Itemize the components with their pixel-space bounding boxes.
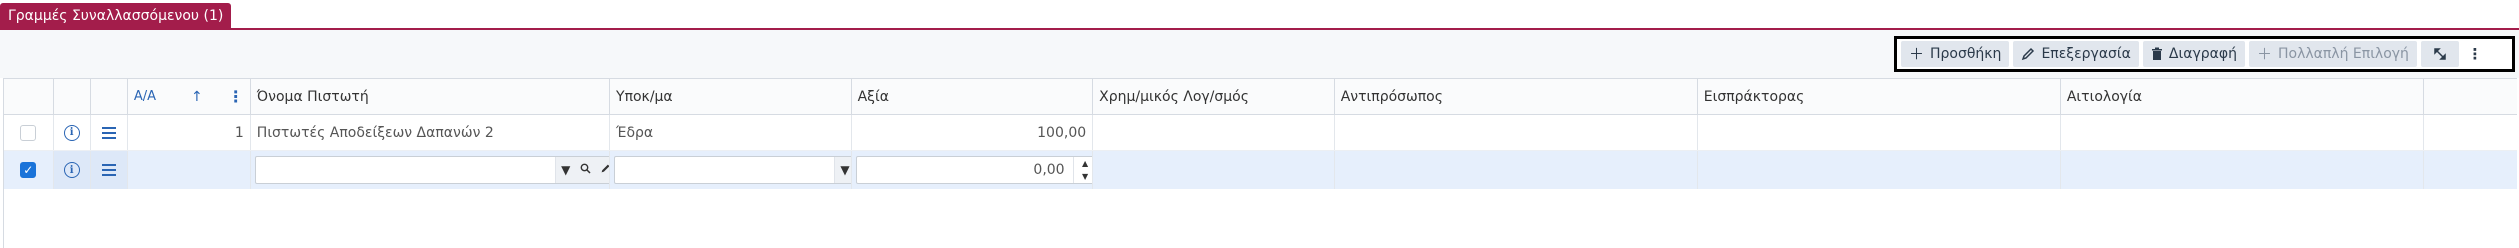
pencil-icon[interactable] [596, 163, 610, 177]
dropdown-arrow-icon[interactable]: ▼ [556, 163, 576, 177]
header-select-cell [4, 79, 54, 114]
cell-branch-value: Έδρα [616, 124, 654, 141]
lines-grid: Α/Α ↑ ⋮ Όνομα Πιστωτή Υποκ/μα Αξία Χρημ/… [3, 78, 2519, 248]
column-menu-icon[interactable]: ⋮ [228, 87, 244, 106]
multi-select-button[interactable]: ＋ Πολλαπλή Επιλογή [2248, 41, 2417, 67]
column-header-aa[interactable]: Α/Α ↑ ⋮ [128, 79, 251, 114]
add-button[interactable]: ＋ Προσθήκη [1901, 41, 2010, 67]
cell-representative[interactable] [1335, 115, 1698, 150]
tab-bar: Γραμμές Συναλλασσόμενου (1) [0, 0, 2519, 30]
cell-aa[interactable]: 1 [128, 115, 251, 150]
column-header-representative[interactable]: Αντιπρόσωπος [1335, 79, 1698, 114]
column-header-label: Αιτιολογία [2066, 88, 2143, 105]
value-stepper[interactable]: 0,00 ▲ ▼ [855, 156, 1093, 184]
chevron-up-icon[interactable]: ▲ [1082, 159, 1088, 168]
info-icon[interactable]: i [63, 162, 80, 178]
dropdown-arrow-icon[interactable]: ▼ [835, 163, 851, 177]
chevron-down-icon[interactable]: ▼ [1082, 172, 1088, 181]
kebab-icon: ⋮ [2467, 44, 2483, 63]
menu-icon[interactable] [101, 164, 116, 176]
value-input-text: 0,00 [1033, 162, 1065, 178]
table-row-editing[interactable]: ✓ i ▼ ▼ 0,00 ▲ ▼ [4, 151, 2517, 189]
search-icon[interactable] [576, 163, 596, 177]
cell-reason[interactable] [2061, 115, 2424, 150]
plus-icon: ＋ [2256, 44, 2272, 63]
column-header-label: Όνομα Πιστωτή [256, 88, 369, 105]
cell-creditor-name[interactable]: Πιστωτές Αποδείξεων Δαπανών 2 [251, 115, 611, 150]
table-row[interactable]: i 1 Πιστωτές Αποδείξεων Δαπανών 2 Έδρα 1… [4, 115, 2517, 151]
header-menu-cell [91, 79, 128, 114]
row-checkbox-checked[interactable]: ✓ [20, 162, 37, 178]
grid-header-row: Α/Α ↑ ⋮ Όνομα Πιστωτή Υποκ/μα Αξία Χρημ/… [4, 78, 2517, 115]
cell-aa-edit [128, 151, 251, 189]
pencil-icon [2021, 47, 2035, 61]
cell-creditor-name-edit: ▼ [251, 151, 611, 189]
expand-button[interactable] [2420, 41, 2459, 67]
column-header-label: Υποκ/μα [616, 88, 673, 105]
cell-branch[interactable]: Έδρα [610, 115, 852, 150]
column-header-label: Χρημ/μικός Λογ/σμός [1099, 88, 1249, 105]
trash-icon [2151, 47, 2163, 61]
menu-icon[interactable] [101, 126, 116, 139]
branch-select-buttons: ▼ [834, 157, 851, 183]
creditor-input-buttons: ▼ [554, 157, 610, 183]
cell-representative-edit[interactable] [1335, 151, 1698, 189]
row-info-cell[interactable]: i [54, 115, 91, 150]
row-menu-cell[interactable] [91, 115, 128, 150]
info-icon[interactable]: i [63, 124, 80, 141]
cell-branch-edit: ▼ [610, 151, 852, 189]
cell-fin-account[interactable] [1093, 115, 1335, 150]
column-header-collector[interactable]: Εισπράκτορας [1698, 79, 2061, 114]
cell-fin-account-edit[interactable] [1093, 151, 1335, 189]
creditor-name-input[interactable]: ▼ [254, 156, 610, 184]
column-header-creditor-name[interactable]: Όνομα Πιστωτή [251, 79, 611, 114]
row-select-cell[interactable] [4, 115, 54, 150]
cell-value-edit: 0,00 ▲ ▼ [852, 151, 1094, 189]
toolbar-area: ＋ Προσθήκη Επεξεργασία Διαγραφή ＋ Πολλαπ… [0, 30, 2519, 78]
row-filler-cell [2424, 115, 2517, 150]
edit-button-label: Επεξεργασία [2041, 46, 2131, 62]
delete-button[interactable]: Διαγραφή [2142, 41, 2245, 67]
column-header-branch[interactable]: Υποκ/μα [610, 79, 852, 114]
more-options-button[interactable]: ⋮ [2462, 41, 2487, 67]
column-header-label: Αξία [857, 88, 889, 105]
expand-icon [2434, 48, 2446, 60]
cell-value[interactable]: 100,00 [852, 115, 1094, 150]
cell-creditor-name-value: Πιστωτές Αποδείξεων Δαπανών 2 [256, 124, 494, 141]
cell-reason-edit[interactable] [2061, 151, 2424, 189]
grid-toolbar: ＋ Προσθήκη Επεξεργασία Διαγραφή ＋ Πολλαπ… [1894, 36, 2515, 72]
row-filler-cell [2424, 151, 2517, 189]
cell-collector-edit[interactable] [1698, 151, 2061, 189]
row-menu-cell[interactable] [90, 151, 128, 189]
column-header-fin-account[interactable]: Χρημ/μικός Λογ/σμός [1093, 79, 1335, 114]
tab-creditor-lines[interactable]: Γραμμές Συναλλασσόμενου (1) [0, 3, 232, 30]
header-info-cell [54, 79, 91, 114]
column-header-reason[interactable]: Αιτιολογία [2061, 79, 2424, 114]
branch-select[interactable]: ▼ [614, 156, 851, 184]
column-header-label: Αντιπρόσωπος [1340, 88, 1443, 105]
multi-select-button-label: Πολλαπλή Επιλογή [2277, 46, 2409, 62]
sort-up-icon[interactable]: ↑ [191, 89, 203, 105]
row-select-cell[interactable]: ✓ [4, 151, 54, 189]
cell-aa-value: 1 [234, 124, 244, 141]
add-button-label: Προσθήκη [1930, 46, 2002, 62]
stepper-arrows[interactable]: ▲ ▼ [1072, 157, 1093, 183]
header-filler-cell [2424, 79, 2517, 114]
cell-collector[interactable] [1698, 115, 2061, 150]
edit-button[interactable]: Επεξεργασία [2013, 41, 2139, 67]
column-header-label: Εισπράκτορας [1703, 88, 1805, 105]
plus-icon: ＋ [1909, 44, 1925, 63]
column-header-value[interactable]: Αξία [852, 79, 1094, 114]
delete-button-label: Διαγραφή [2168, 46, 2237, 62]
column-header-aa-label: Α/Α [133, 89, 157, 104]
row-info-cell[interactable]: i [53, 151, 91, 189]
row-checkbox[interactable] [20, 124, 37, 141]
cell-value-amount: 100,00 [1037, 124, 1087, 141]
